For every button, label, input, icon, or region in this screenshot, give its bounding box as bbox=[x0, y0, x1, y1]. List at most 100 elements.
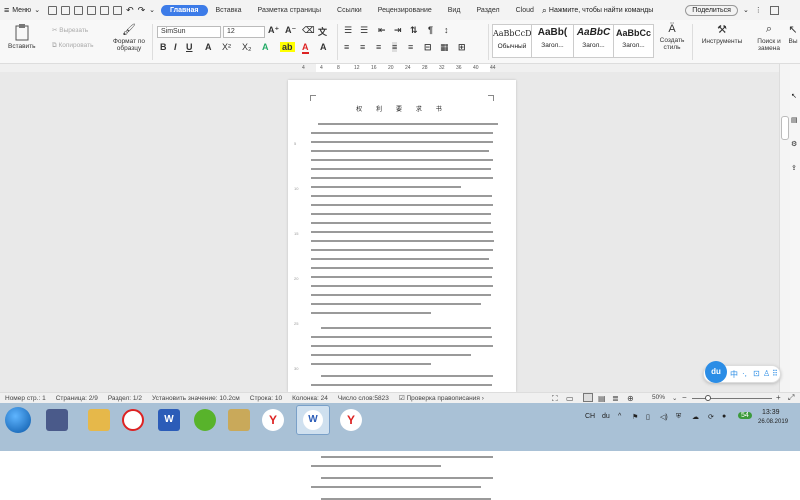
redo-icon[interactable]: ↷ bbox=[138, 5, 146, 16]
line-spacing-icon[interactable]: ↕ bbox=[444, 25, 449, 35]
char-border-icon[interactable]: A bbox=[320, 42, 327, 52]
input-method-icon[interactable]: du bbox=[602, 413, 610, 420]
bullet-list-icon[interactable]: ☰ bbox=[344, 25, 352, 36]
spellcheck-button[interactable]: ☑ Проверка правописания › bbox=[394, 394, 489, 402]
strikethrough-icon[interactable]: X² bbox=[222, 42, 231, 52]
print-layout-icon[interactable] bbox=[583, 393, 593, 402]
network-icon[interactable]: ▯ bbox=[646, 413, 650, 421]
globe-icon[interactable]: ⊕ bbox=[627, 394, 634, 403]
select-button[interactable]: ↖ Вы bbox=[786, 23, 800, 45]
notification-badge[interactable]: 54 bbox=[738, 412, 752, 419]
chevron-up-icon[interactable]: ^ bbox=[618, 413, 621, 420]
zoom-slider-thumb[interactable] bbox=[705, 395, 711, 401]
style-heading-3[interactable]: AaBbCc Загол... bbox=[614, 24, 654, 58]
align-center-icon[interactable]: ≡ bbox=[360, 42, 365, 52]
italic-icon[interactable]: I bbox=[174, 42, 177, 52]
font-size-select[interactable]: 12 bbox=[223, 26, 265, 38]
tab-insert[interactable]: Вставка bbox=[208, 7, 250, 14]
columns-icon[interactable]: ⊟ bbox=[424, 42, 432, 53]
tab-review[interactable]: Рецензирование bbox=[370, 7, 440, 14]
indent-icon[interactable]: ⇥ bbox=[394, 25, 402, 36]
skin-icon[interactable]: ♙ bbox=[763, 369, 770, 378]
status-word-count[interactable]: Число слов:5823 bbox=[333, 395, 394, 402]
sort-icon[interactable]: ⇅ bbox=[410, 25, 418, 36]
punctuation-icon[interactable]: ·, bbox=[742, 369, 747, 378]
style-heading-1[interactable]: AaBb( Загол... bbox=[532, 24, 574, 58]
tab-cloud[interactable]: Cloud bbox=[508, 7, 542, 14]
start-button[interactable] bbox=[5, 407, 31, 433]
cut-button[interactable]: ✂ Вырезать bbox=[52, 26, 88, 34]
format-painter-button[interactable]: 🖌 Формат по образцу bbox=[108, 23, 150, 52]
decrease-font-icon[interactable]: A⁻ bbox=[285, 25, 296, 36]
taskbar-app-wechat[interactable] bbox=[194, 409, 216, 431]
show-marks-icon[interactable]: ¶ bbox=[428, 25, 433, 35]
document-page[interactable]: 权 利 要 求 书 5 10 15 20 25 30 bbox=[288, 80, 516, 500]
align-left-icon[interactable]: ≡ bbox=[344, 42, 349, 52]
text-effect-icon[interactable]: A bbox=[262, 42, 269, 52]
command-search[interactable]: ⌕ Нажмите, чтобы найти команды bbox=[542, 5, 653, 16]
print-preview-icon[interactable] bbox=[100, 5, 110, 15]
cursor-icon[interactable]: ↖ bbox=[791, 92, 797, 100]
tab-view[interactable]: Вид bbox=[440, 7, 469, 14]
style-heading-2[interactable]: AaBbC Загол... bbox=[574, 24, 614, 58]
scrollbar-thumb[interactable] bbox=[781, 116, 789, 140]
chevron-down-icon[interactable]: ⌄ bbox=[672, 394, 677, 402]
clock-time[interactable]: 13:39 bbox=[762, 409, 780, 416]
baidu-input-icon[interactable]: du bbox=[705, 361, 727, 383]
shading-icon[interactable]: ▦ bbox=[440, 42, 449, 53]
taskbar-app-netease[interactable] bbox=[122, 409, 144, 431]
font-name-select[interactable]: SimSun bbox=[157, 26, 221, 38]
outdent-icon[interactable]: ⇤ bbox=[378, 25, 386, 36]
chevron-down-icon[interactable]: ⌄ bbox=[743, 6, 749, 14]
chevron-down-icon[interactable]: ⌄ bbox=[149, 6, 155, 14]
sync-icon[interactable]: ⟳ bbox=[708, 413, 714, 421]
web-layout-icon[interactable]: ▤ bbox=[598, 394, 606, 403]
align-right-icon[interactable]: ≡ bbox=[376, 42, 381, 52]
style-icon[interactable]: ▤ bbox=[791, 116, 798, 124]
horizontal-ruler[interactable]: 4 4 8 12 16 20 24 28 32 36 40 44 bbox=[0, 64, 800, 72]
volume-icon[interactable]: ◁) bbox=[660, 413, 668, 421]
taskbar-app-paint[interactable] bbox=[228, 409, 250, 431]
taskbar-app-yandex[interactable]: Y bbox=[262, 409, 284, 431]
open-file-icon[interactable] bbox=[61, 5, 71, 15]
language-toggle[interactable]: 中 bbox=[730, 369, 738, 380]
grid-menu-icon[interactable]: ⠿ bbox=[772, 369, 778, 378]
tab-section[interactable]: Раздел bbox=[468, 7, 507, 14]
zoom-out-icon[interactable]: − bbox=[682, 393, 687, 402]
print-icon[interactable] bbox=[87, 5, 97, 15]
taskbar-app-media[interactable] bbox=[46, 409, 68, 431]
language-indicator[interactable]: CH bbox=[585, 413, 595, 420]
undo-icon[interactable]: ↶ bbox=[126, 5, 134, 16]
window-icon[interactable] bbox=[769, 5, 779, 15]
status-section[interactable]: Раздел: 1/2 bbox=[103, 395, 147, 402]
find-replace-button[interactable]: ⌕ Поиск и замена bbox=[754, 23, 784, 52]
new-file-icon[interactable] bbox=[48, 5, 58, 15]
status-page-number[interactable]: Номер стр.: 1 bbox=[0, 395, 51, 402]
tab-page-layout[interactable]: Разметка страницы bbox=[250, 7, 330, 14]
clear-format-icon[interactable]: ⌫ bbox=[302, 25, 315, 36]
cloud-icon[interactable]: ☁ bbox=[692, 413, 699, 421]
paste-button[interactable]: Вставить bbox=[8, 23, 36, 50]
shield-icon[interactable]: ⛨ bbox=[676, 413, 681, 421]
highlight-icon[interactable]: ab bbox=[280, 42, 295, 52]
export-pdf-icon[interactable] bbox=[113, 5, 123, 15]
tab-references[interactable]: Ссылки bbox=[329, 7, 370, 14]
vertical-scrollbar[interactable] bbox=[779, 64, 790, 392]
status-line[interactable]: Строка: 10 bbox=[245, 395, 287, 402]
taskbar-app-folder[interactable] bbox=[88, 409, 110, 431]
flag-icon[interactable]: ⚑ bbox=[632, 413, 638, 421]
create-style-button[interactable]: Ä Создать стиль bbox=[658, 23, 686, 51]
zoom-in-icon[interactable]: + bbox=[776, 393, 781, 402]
status-page[interactable]: Страница: 2/9 bbox=[51, 395, 103, 402]
justify-icon[interactable]: ≡ bbox=[392, 42, 398, 52]
share-icon[interactable]: ⇪ bbox=[791, 164, 797, 172]
text-color-icon[interactable]: A bbox=[302, 42, 309, 54]
underline-icon[interactable]: U bbox=[186, 42, 193, 52]
save-icon[interactable] bbox=[74, 5, 84, 15]
outline-icon[interactable]: ≣ bbox=[612, 394, 619, 403]
settings-icon[interactable]: ⚙ bbox=[791, 140, 797, 148]
main-menu-button[interactable]: ≡ Меню ⌄ bbox=[0, 5, 44, 15]
toolbox-icon[interactable]: ⊡ bbox=[753, 369, 760, 378]
increase-font-icon[interactable]: A⁺ bbox=[268, 25, 279, 36]
fit-page-icon[interactable]: ⤢ bbox=[788, 393, 794, 403]
